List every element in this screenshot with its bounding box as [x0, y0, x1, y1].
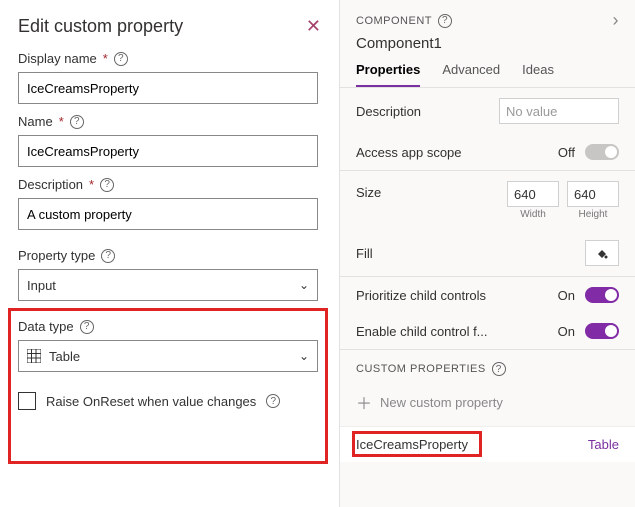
property-type-select[interactable]: Input ⌄ — [18, 269, 318, 301]
height-input[interactable]: 640 — [567, 181, 619, 207]
size-label: Size — [356, 181, 381, 200]
tab-properties[interactable]: Properties — [356, 62, 420, 87]
table-icon — [27, 349, 41, 363]
access-scope-toggle[interactable] — [585, 144, 619, 160]
fill-picker[interactable] — [585, 240, 619, 266]
edit-property-panel: Edit custom property ✕ Display name* ? N… — [0, 0, 340, 507]
description-label: Description* ? — [18, 177, 321, 192]
custom-property-row[interactable]: IceCreamsProperty Table — [340, 426, 635, 462]
data-type-select[interactable]: Table ⌄ — [18, 340, 318, 372]
help-icon[interactable]: ? — [492, 362, 506, 376]
custom-property-name: IceCreamsProperty — [356, 437, 468, 452]
access-scope-label: Access app scope — [356, 145, 462, 160]
fill-label: Fill — [356, 246, 373, 261]
help-icon[interactable]: ? — [438, 14, 452, 28]
help-icon[interactable]: ? — [266, 394, 280, 408]
enable-child-label: Enable child control f... — [356, 324, 488, 339]
prioritize-label: Prioritize child controls — [356, 288, 486, 303]
chevron-right-icon[interactable]: › — [613, 10, 620, 31]
tab-ideas[interactable]: Ideas — [522, 62, 554, 87]
display-name-input[interactable] — [18, 72, 318, 104]
close-icon[interactable]: ✕ — [306, 16, 321, 37]
description-prop-input[interactable]: No value — [499, 98, 619, 124]
prioritize-toggle[interactable] — [585, 287, 619, 303]
new-custom-property-button[interactable]: ＋ New custom property — [340, 384, 635, 426]
tabs: Properties Advanced Ideas — [340, 56, 635, 87]
chevron-down-icon: ⌄ — [299, 278, 309, 292]
name-input[interactable] — [18, 135, 318, 167]
help-icon[interactable]: ? — [114, 52, 128, 66]
panel-title: Edit custom property — [18, 16, 321, 37]
property-type-label: Property type ? — [18, 248, 321, 263]
help-icon[interactable]: ? — [101, 249, 115, 263]
custom-properties-header: CUSTOM PROPERTIES ? — [340, 350, 635, 384]
description-input[interactable] — [18, 198, 318, 230]
help-icon[interactable]: ? — [70, 115, 84, 129]
tab-advanced[interactable]: Advanced — [442, 62, 500, 87]
description-prop-label: Description — [356, 104, 421, 119]
name-label: Name* ? — [18, 114, 321, 129]
component-panel: COMPONENT ? › Component1 Properties Adva… — [340, 0, 635, 507]
plus-icon: ＋ — [356, 390, 372, 414]
chevron-down-icon: ⌄ — [299, 349, 309, 363]
data-type-label: Data type ? — [18, 319, 321, 334]
display-name-label: Display name* ? — [18, 51, 321, 66]
help-icon[interactable]: ? — [100, 178, 114, 192]
custom-property-type: Table — [588, 437, 619, 452]
component-header: COMPONENT — [356, 15, 432, 27]
help-icon[interactable]: ? — [80, 320, 94, 334]
component-name: Component1 — [340, 35, 635, 56]
width-input[interactable]: 640 — [507, 181, 559, 207]
raise-onreset-row: Raise OnReset when value changes ? — [18, 392, 321, 410]
raise-onreset-checkbox[interactable] — [18, 392, 36, 410]
enable-child-toggle[interactable] — [585, 323, 619, 339]
